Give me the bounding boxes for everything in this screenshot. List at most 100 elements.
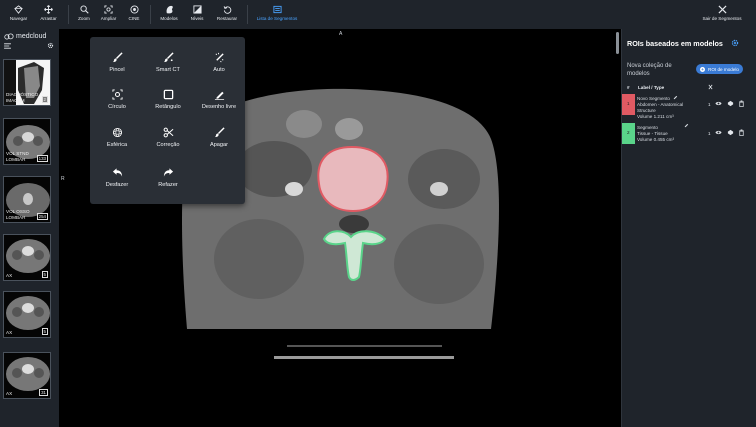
segment-list-label: Lista de Segmentos	[256, 16, 298, 21]
segment-type: Abdomen - Anatomical Structure	[637, 101, 684, 113]
segments-table-header: # Label / Type	[622, 83, 756, 93]
smart-ct-icon	[163, 52, 174, 63]
segment-volume: Volume 0.455 cm³	[637, 136, 675, 142]
redo-label: Refazer	[158, 182, 178, 188]
brush-tool[interactable]: Pincel	[93, 52, 141, 73]
navigate-icon	[14, 5, 23, 14]
segment-row[interactable]: 1 Novo Segmento Abdomen - Anatomical Str…	[622, 94, 756, 119]
segment-info: Novo Segmento Abdomen - Anatomical Struc…	[637, 96, 697, 120]
magnify-icon	[104, 5, 113, 14]
eraser-tool[interactable]: Apagar	[195, 127, 243, 148]
zoom-tool[interactable]: Zoom	[73, 0, 95, 29]
trash-icon[interactable]	[738, 129, 745, 136]
eraser-icon	[214, 127, 225, 138]
edit-icon[interactable]	[673, 95, 678, 100]
auto-tool[interactable]: Auto	[195, 52, 243, 73]
roi-panel: ROIs baseados em modelos Nova coleção de…	[621, 29, 756, 427]
levels-tool[interactable]: Níveis	[183, 0, 211, 29]
add-roi-model-label: ROI de modelo	[708, 66, 739, 72]
series-thumbnail[interactable]: AX 5	[3, 234, 51, 281]
brush-select-icon[interactable]	[727, 100, 734, 107]
undo-tool[interactable]: Desfazer	[93, 167, 141, 188]
magnify-tool[interactable]: Ampliar	[95, 0, 122, 29]
segment-index: 1	[627, 101, 630, 106]
series-thumbnail[interactable]: AX 31	[3, 352, 51, 399]
pan-icon	[44, 5, 53, 14]
top-toolbar: Navegar Arrastar Zoom Ampliar CINE Model…	[0, 0, 756, 29]
close-icon	[717, 5, 727, 14]
redo-tool[interactable]: Refazer	[144, 167, 192, 188]
sphere-tool[interactable]: Esférica	[93, 127, 141, 148]
brush-select-icon[interactable]	[727, 129, 734, 136]
visibility-header-icon	[708, 84, 713, 90]
circle-label: Círculo	[108, 104, 126, 110]
series-thumbnail[interactable]: VOL STND LOMBAR 133	[3, 118, 51, 165]
menu-icon[interactable]	[4, 43, 11, 49]
zoom-icon	[79, 5, 89, 14]
brand: medcloud	[0, 29, 59, 43]
correction-tool[interactable]: Correção	[144, 127, 192, 148]
models-icon	[166, 5, 173, 14]
panel-controls	[0, 42, 59, 53]
header-label: Label / Type	[638, 85, 665, 90]
rectangle-icon	[163, 89, 173, 100]
smart-ct-tool[interactable]: Smart CT	[144, 52, 192, 73]
freehand-icon	[214, 91, 224, 100]
viewport-scrollbar[interactable]	[616, 32, 619, 54]
series-label: VOL STND LOMBAR	[6, 151, 29, 162]
sphere-icon	[112, 127, 122, 138]
series-label: VOL OSSO LOMBAR	[6, 209, 30, 220]
reset-tool[interactable]: Restaurar	[211, 0, 243, 29]
auto-label: Auto	[213, 67, 225, 73]
models-label: Modelos	[160, 16, 178, 21]
edit-icon[interactable]	[684, 123, 689, 128]
cine-tool[interactable]: CINE	[122, 0, 146, 29]
segment-list-tool[interactable]: Lista de Segmentos	[252, 0, 302, 29]
scissors-icon	[163, 127, 173, 138]
brush-label: Pincel	[109, 67, 125, 73]
header-index: #	[627, 85, 630, 90]
eye-icon[interactable]	[715, 100, 722, 107]
gear-icon[interactable]	[47, 42, 54, 49]
freehand-tool[interactable]: Desenho livre	[195, 89, 243, 110]
eraser-label: Apagar	[209, 142, 229, 148]
eye-icon[interactable]	[715, 129, 722, 136]
series-thumbnail[interactable]: VOL OSSO LOMBAR 254	[3, 176, 51, 223]
models-tool[interactable]: Modelos	[155, 0, 183, 29]
levels-icon	[192, 5, 202, 14]
orientation-top: A	[339, 31, 343, 37]
sphere-label: Esférica	[106, 142, 128, 148]
cine-icon	[129, 5, 139, 14]
series-count: 5	[41, 328, 48, 335]
series-count: 254	[36, 213, 48, 220]
segment-row[interactable]: 2 Segmento Tissue - Tissue Volume 0.455 …	[622, 123, 756, 144]
series-label: DIAGNÓSTICO IMAGEM	[6, 92, 39, 103]
series-panel: medcloud DIAGNÓSTICO IMAGEM 2 VOL STND L…	[0, 29, 59, 427]
plus-icon: +	[700, 66, 706, 72]
segment-count: 1	[708, 102, 711, 107]
trash-icon[interactable]	[738, 100, 745, 107]
circle-tool[interactable]: Círculo	[93, 89, 141, 110]
add-roi-model-button[interactable]: + ROI de modelo	[696, 64, 743, 74]
medcloud-logo-icon	[4, 32, 14, 39]
redo-icon	[163, 168, 173, 177]
series-thumbnail[interactable]: DIAGNÓSTICO IMAGEM 2	[3, 59, 51, 106]
exit-segments-label: Sair de Segmentos	[702, 16, 742, 21]
navigate-label: Navegar	[9, 16, 28, 21]
series-thumbnail[interactable]: AX 5	[3, 291, 51, 338]
segmentation-tools-menu: Pincel Smart CT Auto Círculo Retângulo D…	[90, 37, 245, 204]
reset-label: Restaurar	[216, 16, 238, 21]
navigate-tool[interactable]: Navegar	[4, 0, 33, 29]
gear-icon[interactable]	[731, 39, 739, 47]
exit-segments-tool[interactable]: Sair de Segmentos	[700, 0, 744, 21]
pan-label: Arrastar	[40, 16, 57, 21]
toolbar-divider	[150, 5, 151, 24]
pan-tool[interactable]: Arrastar	[33, 0, 64, 29]
rectangle-tool[interactable]: Retângulo	[144, 89, 192, 110]
brush-icon	[112, 52, 123, 63]
levels-label: Níveis	[190, 16, 204, 21]
new-collection-label: Nova coleção de modelos	[627, 63, 672, 78]
segment-index: 2	[627, 130, 630, 135]
series-label: AX	[6, 390, 13, 396]
correction-label: Correção	[156, 142, 180, 148]
